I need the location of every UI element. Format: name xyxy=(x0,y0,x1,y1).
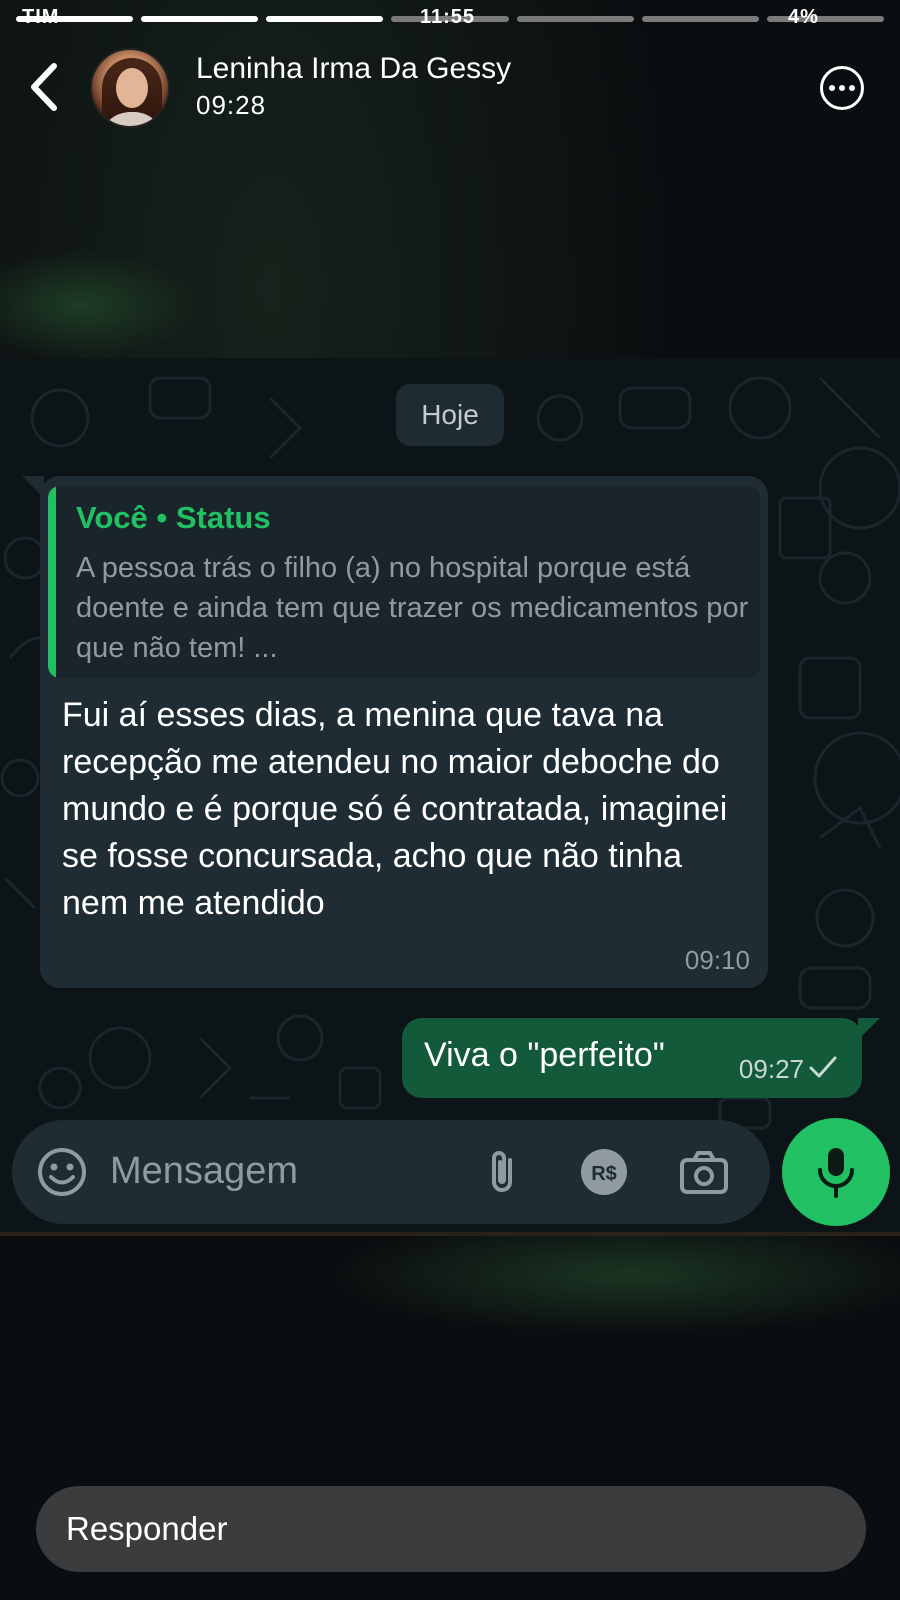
outgoing-message-bubble: Viva o "perfeito" 09:27 xyxy=(402,1018,880,1098)
clock-label: 11:55 xyxy=(420,6,476,28)
message-input: Mensagem xyxy=(110,1150,298,1192)
battery-label: 4% xyxy=(788,6,819,28)
back-chevron-icon xyxy=(31,63,57,111)
quote-sender: Você • Status xyxy=(76,500,271,535)
quote-text: A pessoa trás o filho (a) no hospital po… xyxy=(76,552,749,664)
more-options-icon xyxy=(829,85,835,91)
chat-screenshot: Hoje Você • Status A pessoa trás o filho… xyxy=(0,358,900,1236)
incoming-message-time: 09:10 xyxy=(684,945,750,975)
microphone-icon xyxy=(818,1148,854,1198)
camera-icon xyxy=(680,1151,728,1194)
progress-segment xyxy=(766,16,884,22)
date-chip: Hoje xyxy=(396,384,504,446)
svg-text:R$: R$ xyxy=(591,1163,617,1185)
avatar[interactable] xyxy=(90,48,170,128)
carrier-label: TIM xyxy=(22,6,60,28)
progress-segment xyxy=(641,16,759,22)
pix-payment-icon: R$ xyxy=(581,1149,627,1195)
incoming-message-bubble: Você • Status A pessoa trás o filho (a) … xyxy=(22,476,768,988)
progress-segment xyxy=(141,16,259,22)
story-time: 09:28 xyxy=(196,90,267,120)
contact-name[interactable]: Leninha Irma Da Gessy xyxy=(196,52,511,86)
record-voice-button xyxy=(782,1118,890,1226)
story-viewer: TIM 11:55 4% Leninha Irma Da Gessy 09:28 xyxy=(0,0,900,1600)
incoming-message-text: Fui aí esses dias, a menina que tava na … xyxy=(62,696,728,922)
progress-segment xyxy=(266,16,384,22)
outgoing-message-text: Viva o "perfeito" xyxy=(424,1036,665,1074)
single-check-icon xyxy=(809,1056,837,1078)
reply-placeholder: Responder xyxy=(66,1510,228,1547)
back-button[interactable] xyxy=(24,60,68,114)
story-header: Leninha Irma Da Gessy 09:28 xyxy=(0,44,900,134)
reply-input[interactable]: Responder xyxy=(36,1486,866,1572)
message-composer: Mensagem R$ xyxy=(12,1120,770,1224)
emoji-icon xyxy=(38,1148,86,1196)
attach-clip-icon xyxy=(492,1151,512,1192)
more-options-button[interactable] xyxy=(820,66,864,110)
progress-segment xyxy=(516,16,634,22)
quoted-status: Você • Status A pessoa trás o filho (a) … xyxy=(48,486,760,678)
background-glow xyxy=(0,250,200,360)
outgoing-message-time: 09:27 xyxy=(738,1054,804,1084)
